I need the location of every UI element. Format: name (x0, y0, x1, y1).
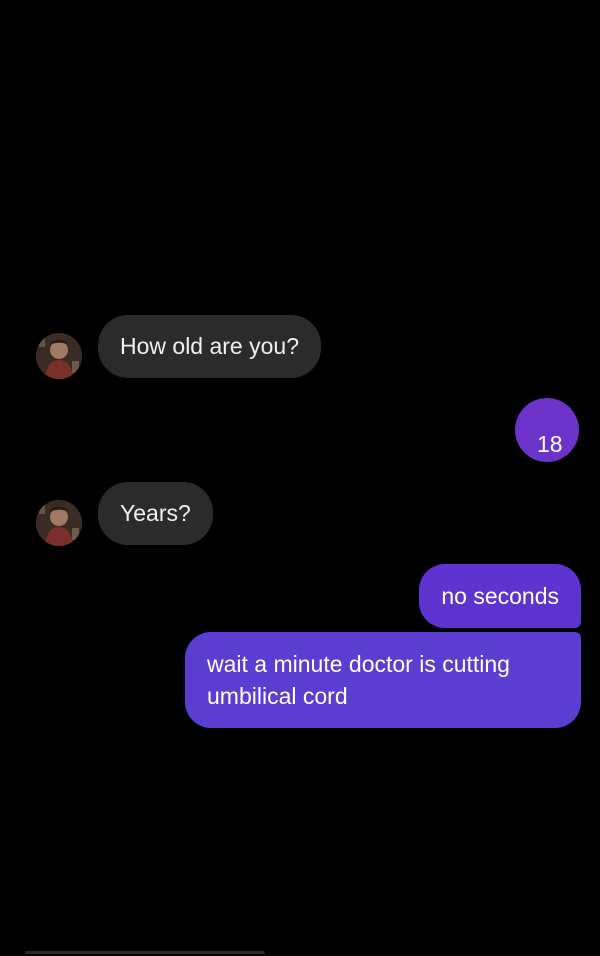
message-row-outgoing: no seconds (0, 564, 600, 628)
message-bubble-outgoing[interactable]: no seconds (419, 564, 581, 628)
message-bubble-outgoing[interactable]: 18 (515, 398, 579, 462)
contact-avatar-icon[interactable] (36, 500, 82, 546)
message-row-outgoing: 18 (0, 398, 600, 462)
contact-avatar-icon[interactable] (36, 333, 82, 379)
message-row-incoming: Years? (0, 480, 600, 546)
message-bubble-incoming[interactable]: Years? (98, 482, 213, 545)
message-row-outgoing: wait a minute doctor is cutting umbilica… (0, 632, 600, 728)
home-indicator-bar (25, 951, 265, 954)
chat-screen: How old are you? 18 Years? no seconds wa… (0, 0, 600, 956)
message-row-incoming: How old are you? (0, 313, 600, 379)
message-bubble-incoming[interactable]: How old are you? (98, 315, 321, 378)
message-bubble-outgoing[interactable]: wait a minute doctor is cutting umbilica… (185, 632, 581, 728)
